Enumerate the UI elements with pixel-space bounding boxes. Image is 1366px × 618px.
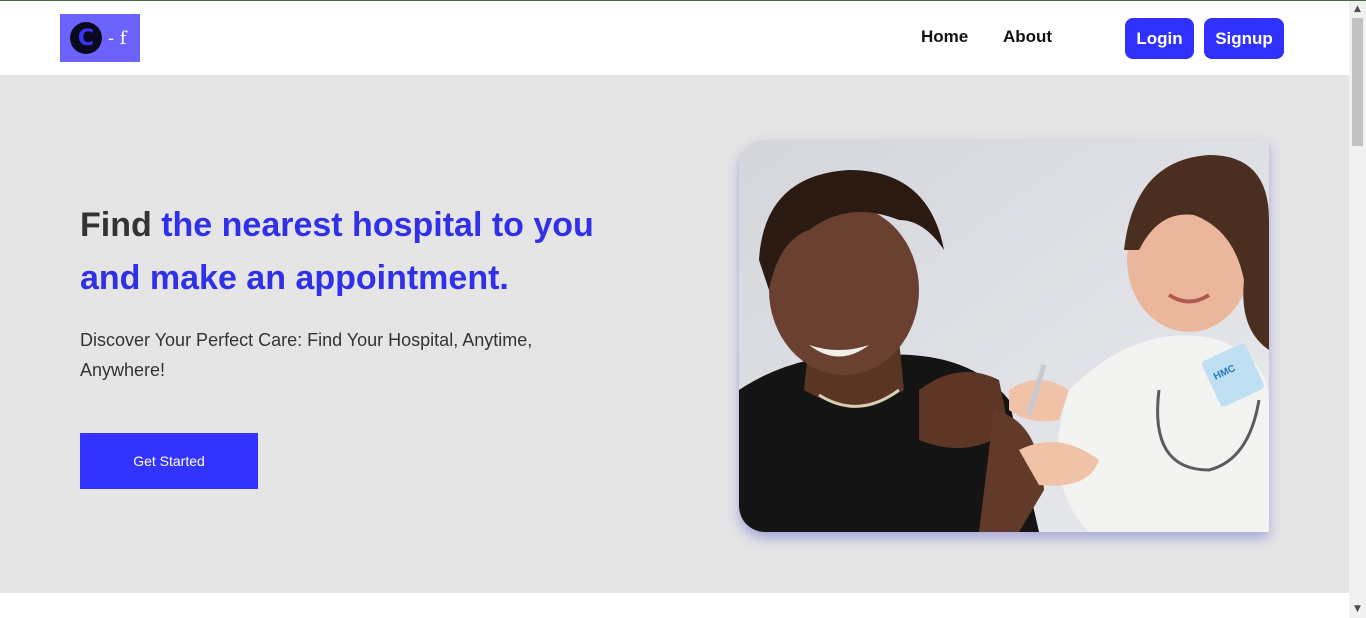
navbar: C - f Home About Login Signup <box>0 1 1349 75</box>
hero-subtext: Discover Your Perfect Care: Find Your Ho… <box>80 330 533 380</box>
page-scrollbar[interactable]: ▲ ▼ <box>1349 1 1366 618</box>
nav-about-link[interactable]: About <box>1003 27 1052 47</box>
hero-headline: Find the nearest hospital to you and mak… <box>80 199 640 305</box>
vaccination-photo: HMC <box>739 140 1269 532</box>
get-started-button[interactable]: Get Started <box>80 433 258 489</box>
triangle-up-icon[interactable]: ▲ <box>1349 1 1366 18</box>
login-button[interactable]: Login <box>1125 18 1194 59</box>
signup-button[interactable]: Signup <box>1204 18 1284 59</box>
logo-text: - f <box>108 27 127 49</box>
next-section <box>0 593 1349 618</box>
nav-home-link[interactable]: Home <box>921 27 968 47</box>
scroll-thumb[interactable] <box>1352 18 1363 146</box>
logo-mark: C <box>70 22 102 54</box>
brand-logo[interactable]: C - f <box>60 14 140 62</box>
hero-section: Find the nearest hospital to you and mak… <box>0 75 1349 593</box>
headline-plain: Find <box>80 206 162 244</box>
hero-image: HMC <box>739 140 1269 532</box>
triangle-down-icon[interactable]: ▼ <box>1349 601 1366 618</box>
